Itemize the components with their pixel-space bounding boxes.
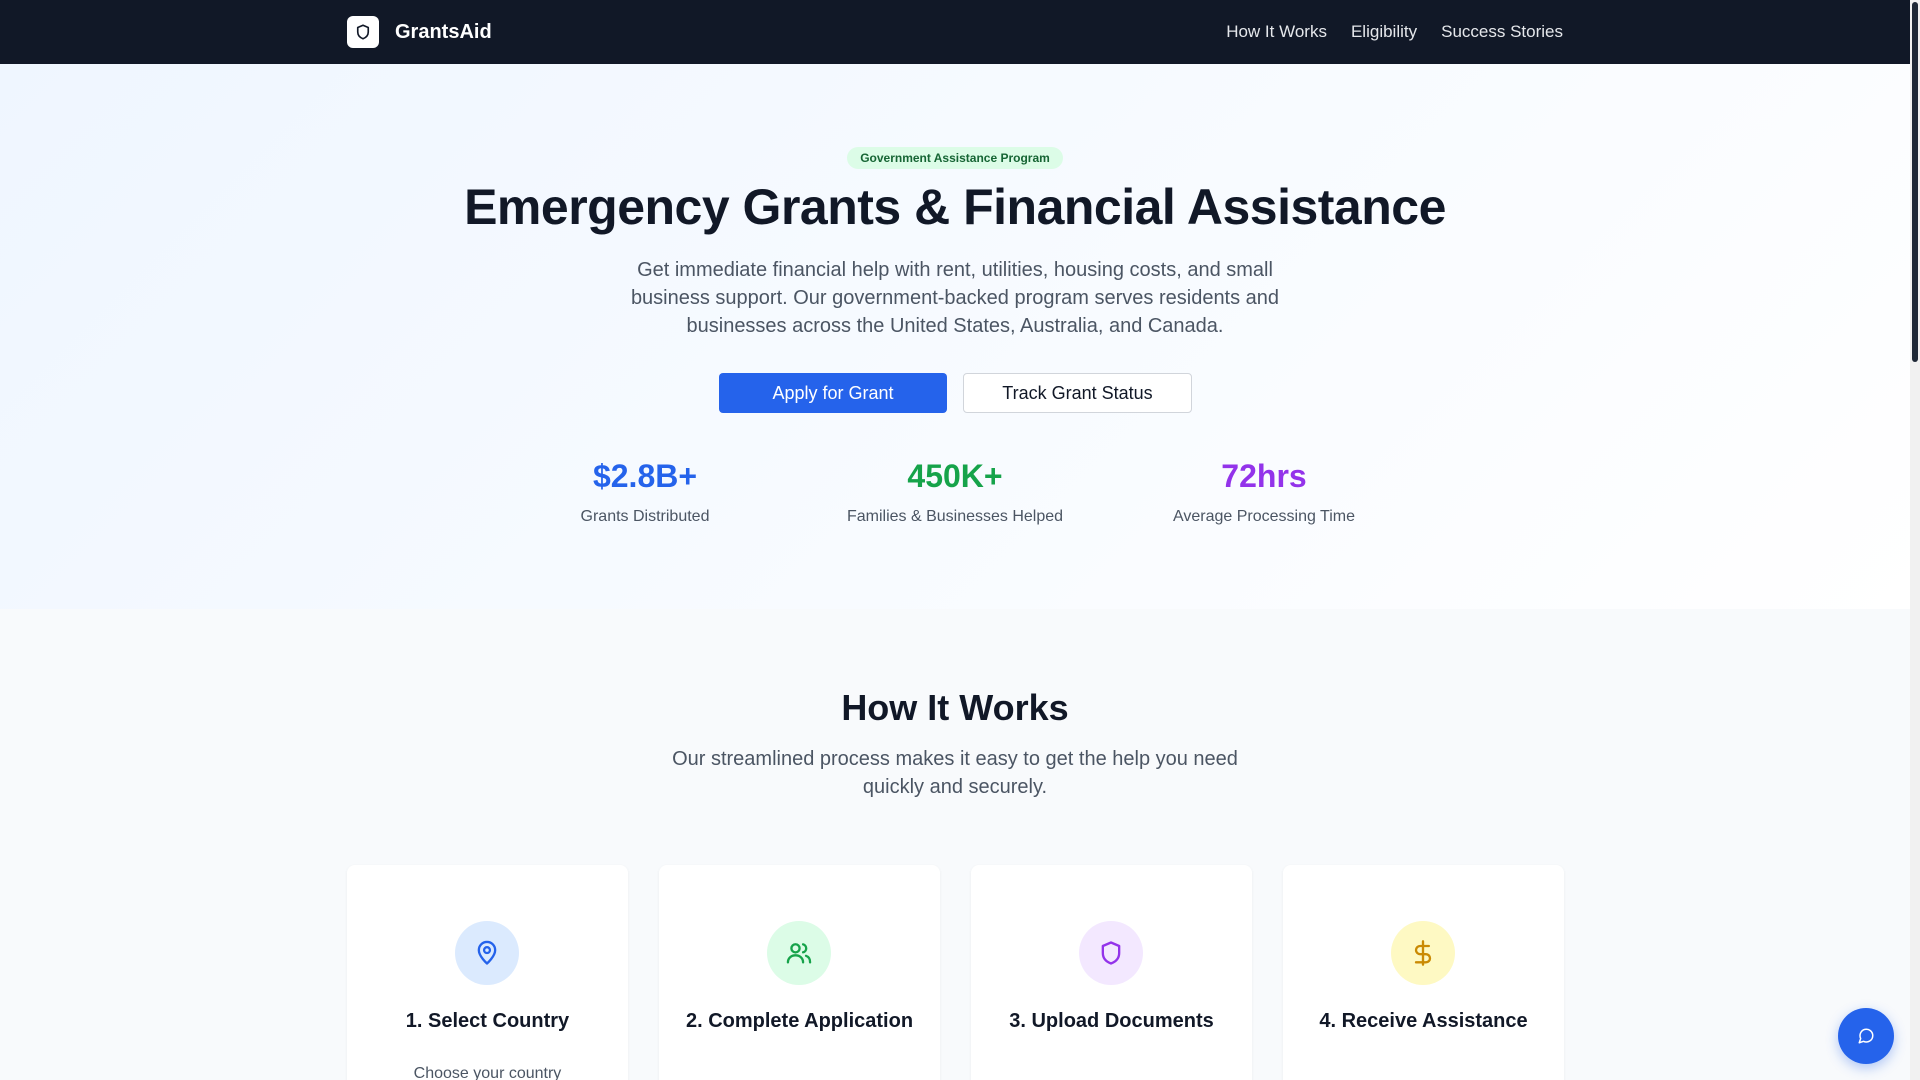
stat-grants-distributed: $2.8B+ Grants Distributed [485, 456, 805, 526]
dollar-icon [1391, 921, 1455, 985]
track-grant-status-button[interactable]: Track Grant Status [963, 373, 1192, 413]
nav-link-eligibility[interactable]: Eligibility [1351, 22, 1417, 42]
hero-title: Emergency Grants & Financial Assistance [464, 179, 1446, 235]
step-card-upload-documents: 3. Upload Documents [971, 865, 1252, 1080]
step-card-complete-application: 2. Complete Application [659, 865, 940, 1080]
stat-value: 72hrs [1221, 458, 1307, 494]
users-icon [767, 921, 831, 985]
chat-button[interactable] [1838, 1008, 1894, 1064]
brand[interactable]: GrantsAid [347, 16, 492, 48]
main-nav: How It Works Eligibility Success Stories [1226, 0, 1563, 64]
apply-for-grant-button[interactable]: Apply for Grant [719, 373, 947, 413]
stat-label: Grants Distributed [580, 508, 710, 525]
scrollbar-thumb[interactable] [1912, 2, 1918, 362]
hero-description: Get immediate financial help with rent, … [630, 259, 1280, 337]
chat-bubble-icon [1858, 1028, 1874, 1044]
nav-link-how-it-works[interactable]: How It Works [1226, 22, 1327, 42]
step-card-receive-assistance: 4. Receive Assistance [1283, 865, 1564, 1080]
step-title: 3. Upload Documents [1009, 1010, 1214, 1032]
hero-section: Government Assistance Program Emergency … [0, 64, 1910, 609]
step-title: 1. Select Country [405, 1010, 570, 1032]
step-title: 4. Receive Assistance [1319, 1010, 1528, 1032]
nav-link-success-stories[interactable]: Success Stories [1441, 22, 1563, 42]
program-badge: Government Assistance Program [847, 147, 1063, 169]
step-title: 2. Complete Application [685, 1010, 914, 1032]
stat-families-helped: 450K+ Families & Businesses Helped [795, 456, 1115, 526]
stat-label: Average Processing Time [1172, 508, 1355, 525]
stat-label: Families & Businesses Helped [846, 508, 1064, 525]
shield-icon [1079, 921, 1143, 985]
step-text: Choose your country [413, 1065, 562, 1080]
stat-value: 450K+ [907, 458, 1003, 494]
map-pin-icon [455, 921, 519, 985]
shield-logo-icon [347, 16, 379, 48]
top-navigation-bar: GrantsAid How It Works Eligibility Succe… [0, 0, 1910, 64]
step-card-select-country: 1. Select Country Choose your country [347, 865, 628, 1080]
stat-processing-time: 72hrs Average Processing Time [1104, 456, 1424, 526]
section-title: How It Works [841, 687, 1069, 728]
how-it-works-section: How It Works Our streamlined process mak… [0, 609, 1910, 1080]
page-scrollbar[interactable] [1910, 0, 1920, 1080]
section-description: Our streamlined process makes it easy to… [672, 748, 1238, 798]
brand-name: GrantsAid [395, 20, 492, 43]
stat-value: $2.8B+ [592, 458, 698, 494]
